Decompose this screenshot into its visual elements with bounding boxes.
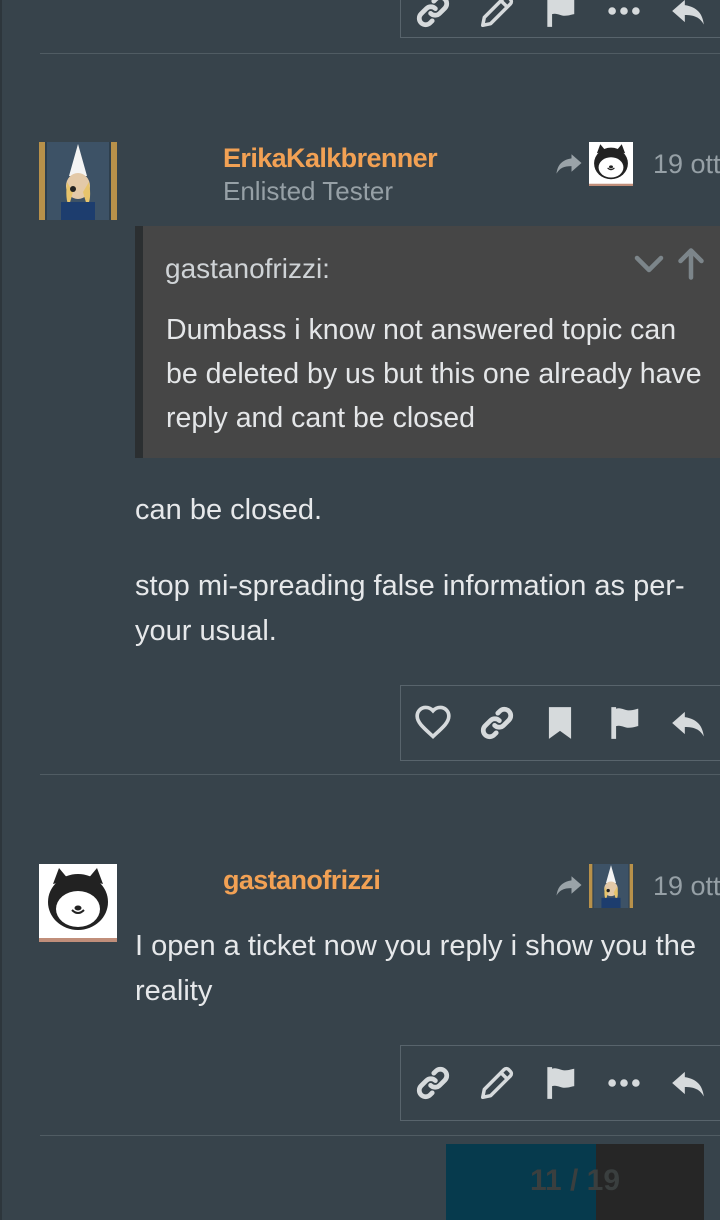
flag-icon [605,704,643,742]
topic-progress-counter: 11 / 19 [529,1164,621,1197]
post-username[interactable]: ErikaKalkbrenner [223,143,438,174]
more-icon [605,1064,643,1102]
flag-button[interactable] [592,698,656,748]
link-button[interactable] [465,698,529,748]
bookmark-button[interactable] [529,698,593,748]
link-icon [478,704,516,742]
more-button[interactable] [592,0,656,36]
post-actions [400,685,720,761]
topic-page: ErikaKalkbrenner Enlisted Tester 19 ott … [0,0,720,1220]
reply-button[interactable] [656,698,720,748]
avatar[interactable] [39,864,117,942]
pencil-icon [478,1064,516,1102]
arrow-up-icon[interactable] [673,246,709,282]
prev-post-actions [400,0,720,38]
link-icon [414,1064,452,1102]
flag-button[interactable] [529,0,593,36]
post-date[interactable]: 19 ott [653,149,720,180]
reply-icon [669,1064,707,1102]
reply-button[interactable] [656,1058,720,1108]
heart-icon [414,704,452,742]
post-actions [400,1045,720,1121]
quote-author: gastanofrizzi: [165,253,330,284]
flag-icon [541,1064,579,1102]
post-divider [40,774,720,775]
quote-block: gastanofrizzi: Dumbass i know not answer… [135,226,720,458]
post-divider [40,53,720,54]
reply-to-avatar-image [589,142,633,186]
chevron-down-icon[interactable] [631,246,667,282]
bookmark-icon [541,704,579,742]
link-icon [414,0,452,30]
post-username[interactable]: gastanofrizzi [223,865,381,896]
avatar[interactable] [39,142,117,220]
edit-button[interactable] [465,1058,529,1108]
reply-to-avatar[interactable] [589,142,633,186]
avatar-image [39,142,117,220]
reply-to-avatar[interactable] [589,864,633,908]
reply-to-avatar-image [589,864,633,908]
link-button[interactable] [401,0,465,36]
flag-button[interactable] [529,1058,593,1108]
reply-icon [669,704,707,742]
link-button[interactable] [401,1058,465,1108]
reply-to-arrow-icon [554,148,584,178]
avatar-image [39,864,117,942]
post-date[interactable]: 19 ott [653,871,720,902]
user-title: Enlisted Tester [223,176,394,206]
reply-to-arrow-icon [554,870,584,900]
post-divider [40,1135,720,1136]
quote-text: Dumbass i know not answered topic can be… [166,314,702,434]
like-button[interactable] [401,698,465,748]
reply-icon [669,0,707,30]
reply-button[interactable] [656,0,720,36]
edit-button[interactable] [465,0,529,36]
left-border [0,0,2,1220]
more-button[interactable] [592,1058,656,1108]
topic-progress[interactable]: 11 / 19 [446,1144,704,1220]
pencil-icon [478,0,516,30]
flag-icon [541,0,579,30]
post-paragraph: I open a ticket now you reply i show you… [135,930,696,1007]
post-paragraph: stop mi-spreading false information as p… [135,570,685,647]
post-paragraph: can be closed. [135,494,323,526]
more-icon [605,0,643,30]
